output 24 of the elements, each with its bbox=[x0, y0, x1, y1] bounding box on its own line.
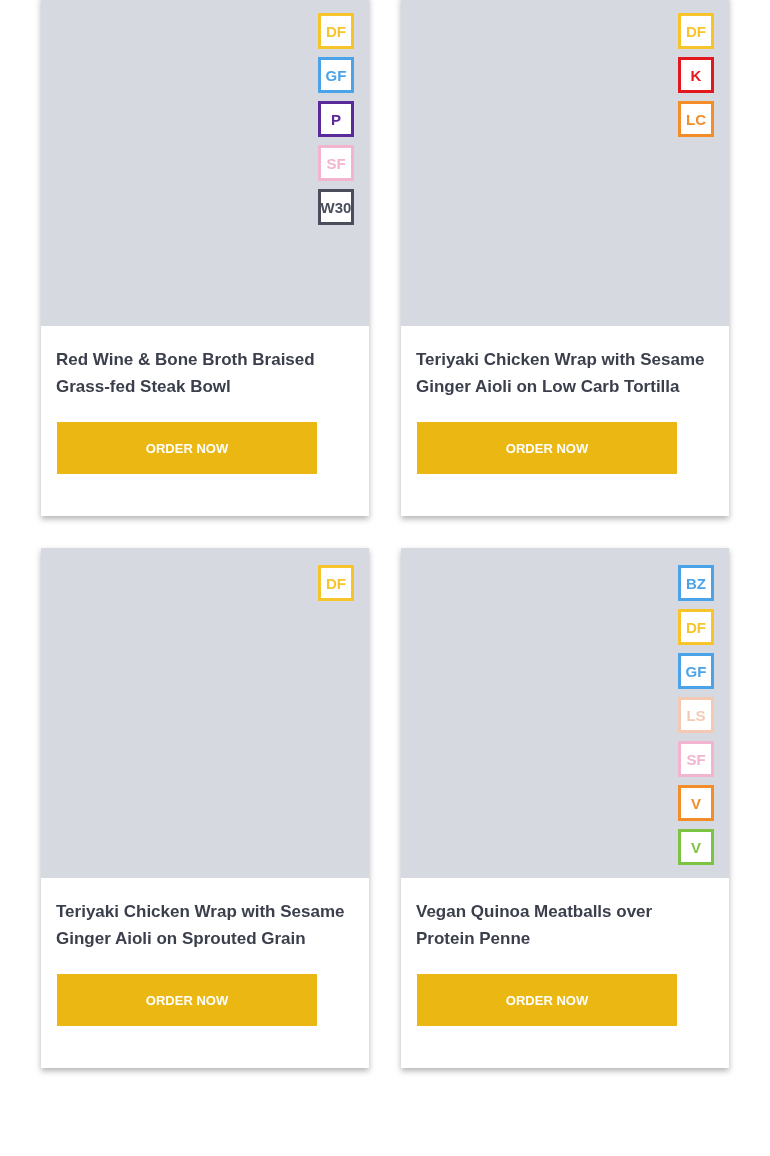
diet-badge: K bbox=[678, 57, 714, 93]
order-button[interactable]: ORDER NOW bbox=[57, 974, 317, 1026]
diet-badge: P bbox=[318, 101, 354, 137]
meal-title: Red Wine & Bone Broth Braised Grass-fed Steak Bowl bbox=[56, 349, 316, 398]
diet-badge: DF bbox=[318, 13, 354, 49]
diet-badge: SF bbox=[678, 741, 714, 777]
order-button[interactable]: ORDER NOW bbox=[57, 422, 317, 474]
diet-badge: LS bbox=[678, 697, 714, 733]
diet-badge: GF bbox=[678, 653, 714, 689]
diet-badge: SF bbox=[318, 145, 354, 181]
order-button[interactable]: ORDER NOW bbox=[417, 974, 677, 1026]
meal-title: Teriyaki Chicken Wrap with Sesame Ginger Aioli on Sprouted Grain bbox=[56, 901, 346, 950]
meal-title: Vegan Quinoa Meatballs over Protein Penne bbox=[416, 901, 654, 950]
diet-badge: V bbox=[678, 829, 714, 865]
diet-badge: BZ bbox=[678, 565, 714, 601]
diet-badge: LC bbox=[678, 101, 714, 137]
diet-badge: DF bbox=[318, 565, 354, 601]
meal-title: Teriyaki Chicken Wrap with Sesame Ginger Aioli on Low Carb Tortilla bbox=[416, 349, 706, 398]
diet-badge: GF bbox=[318, 57, 354, 93]
diet-badge: DF bbox=[678, 609, 714, 645]
diet-badge: DF bbox=[678, 13, 714, 49]
order-button[interactable]: ORDER NOW bbox=[417, 422, 677, 474]
diet-badge: W30 bbox=[318, 189, 354, 225]
diet-badge: V bbox=[678, 785, 714, 821]
